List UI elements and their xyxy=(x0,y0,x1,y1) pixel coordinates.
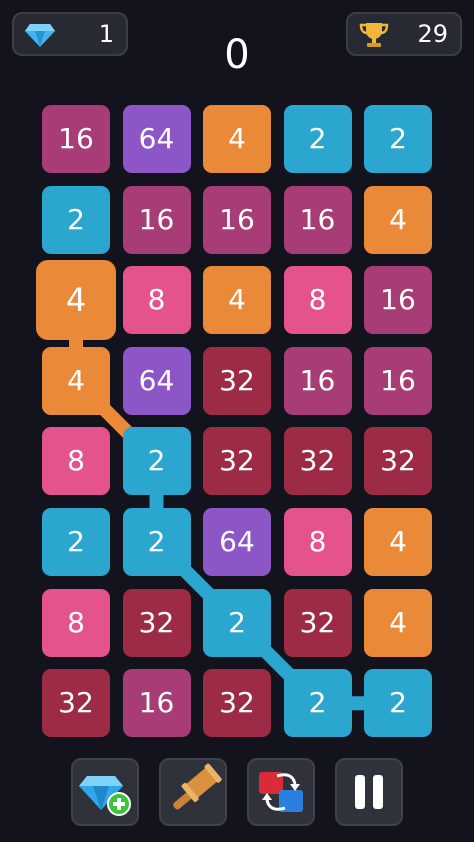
tile-r1-c1[interactable]: 16 xyxy=(42,105,110,173)
game-board[interactable]: 16 64 4 2 2 2 16 16 16 4 4 8 4 8 16 4 64 32 16 16 8 2 32 32 32 2 2… xyxy=(0,0,474,842)
pause-button[interactable] xyxy=(335,758,403,826)
tile-r7-c1[interactable]: 8 xyxy=(42,588,110,657)
tile-r8-c3[interactable]: 32 xyxy=(203,669,271,738)
tile-r6-c5[interactable]: 4 xyxy=(364,508,432,576)
tile-r3-c2[interactable]: 8 xyxy=(122,266,191,335)
tile-r6-c1[interactable]: 2 xyxy=(42,508,110,576)
swap-icon xyxy=(259,772,303,812)
hammer-icon xyxy=(173,763,222,810)
tile-r2-c3[interactable]: 16 xyxy=(203,185,271,254)
tile-r7-c2[interactable]: 32 xyxy=(122,588,191,657)
tile-r3-c3[interactable]: 4 xyxy=(203,266,271,335)
tile-r7-c3[interactable]: 2 xyxy=(203,588,271,657)
tile-r8-c1[interactable]: 32 xyxy=(42,669,110,738)
pause-icon xyxy=(355,775,383,809)
tile-r6-c4[interactable]: 8 xyxy=(283,508,352,576)
add-gems-button[interactable] xyxy=(71,758,139,826)
hammer-button[interactable] xyxy=(159,758,227,826)
tile-r4-c1[interactable]: 4 xyxy=(42,346,110,415)
gem-plus-icon xyxy=(79,776,131,816)
tile-r3-c1[interactable]: 4 xyxy=(36,260,116,341)
tile-r8-c2[interactable]: 16 xyxy=(122,669,191,738)
tile-r2-c5[interactable]: 4 xyxy=(364,185,432,254)
tile-r1-c2[interactable]: 64 xyxy=(122,105,191,173)
tile-r1-c4[interactable]: 2 xyxy=(283,105,352,173)
tile-r1-c3[interactable]: 4 xyxy=(203,105,271,173)
tile-r8-c5[interactable]: 2 xyxy=(364,669,432,738)
swap-button[interactable] xyxy=(247,758,315,826)
tile-r4-c5[interactable]: 16 xyxy=(364,346,432,415)
tile-r5-c2[interactable]: 2 xyxy=(122,427,191,496)
tile-r7-c4[interactable]: 32 xyxy=(283,588,352,657)
tile-r4-c3[interactable]: 32 xyxy=(203,346,271,415)
tile-r5-c5[interactable]: 32 xyxy=(364,427,432,496)
tile-r5-c3[interactable]: 32 xyxy=(203,427,271,496)
tile-r1-c5[interactable]: 2 xyxy=(364,105,432,173)
tile-r6-c3[interactable]: 64 xyxy=(203,508,271,576)
tile-r3-c5[interactable]: 16 xyxy=(364,266,432,335)
tile-r4-c4[interactable]: 16 xyxy=(283,346,352,415)
tile-r4-c2[interactable]: 64 xyxy=(122,346,191,415)
tile-r6-c2[interactable]: 2 xyxy=(122,508,191,576)
tile-r2-c2[interactable]: 16 xyxy=(122,185,191,254)
tile-r5-c1[interactable]: 8 xyxy=(42,427,110,496)
tile-r7-c5[interactable]: 4 xyxy=(364,588,432,657)
tile-r8-c4[interactable]: 2 xyxy=(283,669,352,738)
tile-r3-c4[interactable]: 8 xyxy=(283,266,352,335)
tile-r2-c1[interactable]: 2 xyxy=(42,185,110,254)
tile-r2-c4[interactable]: 16 xyxy=(283,185,352,254)
tile-r5-c4[interactable]: 32 xyxy=(283,427,352,496)
